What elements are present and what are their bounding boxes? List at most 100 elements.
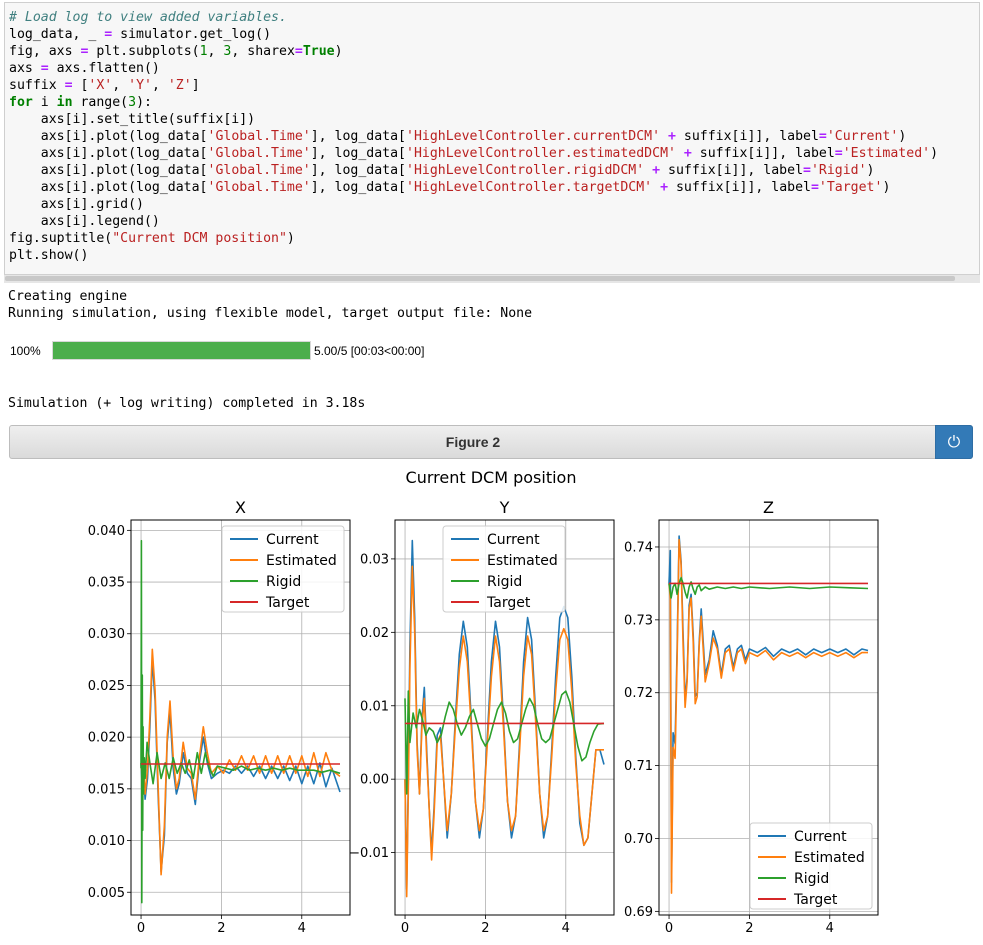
output-line-completed: Simulation (+ log writing) completed in … <box>8 395 365 412</box>
code-token: = <box>41 61 49 76</box>
series-line-estimated <box>405 566 604 896</box>
y-tick-label: 0.015 <box>88 782 125 797</box>
code-line: suffix = ['X', 'Y', 'Z'] <box>9 78 200 93</box>
legend-label: Rigid <box>487 574 522 590</box>
code-token: 'Rigid' <box>811 163 867 178</box>
code-token: suffix[i]], label <box>676 129 819 144</box>
code-token: + <box>668 129 676 144</box>
code-token: axs[i].set_title(suffix[i]) <box>9 112 255 127</box>
code-token: 'Global.Time' <box>208 129 311 144</box>
code-line: axs[i].plot(log_data['Global.Time'], log… <box>9 180 890 195</box>
code-line: axs[i].legend() <box>9 214 160 229</box>
x-tick-label: 0 <box>137 921 145 936</box>
code-token: ], log_data[ <box>311 129 406 144</box>
legend-label: Current <box>266 532 319 548</box>
y-tick-label: 0.02 <box>360 626 389 641</box>
code-token <box>676 146 684 161</box>
y-tick-label: 0.040 <box>88 524 125 539</box>
code-token: ) <box>867 163 875 178</box>
code-token: fig, axs <box>9 44 80 59</box>
legend-label: Target <box>265 595 310 611</box>
legend: Current Estimated Rigid Target <box>443 526 565 612</box>
code-token: # Load log to view added variables. <box>9 10 287 25</box>
code-token: ): <box>136 95 152 110</box>
subplot-title: X <box>235 498 246 517</box>
legend: Current Estimated Rigid Target <box>222 526 344 612</box>
code-token <box>660 129 668 144</box>
code-token: simulator.get_log() <box>112 27 271 42</box>
code-token: 'X' <box>88 78 112 93</box>
code-token: 'Global.Time' <box>208 180 311 195</box>
code-token: ], log_data[ <box>311 163 406 178</box>
y-tick-label: 0.00 <box>360 773 389 788</box>
subplot-x: 0240.0050.0100.0150.0200.0250.0300.0350.… <box>88 498 350 936</box>
code-line: log_data, _ = simulator.get_log() <box>9 27 271 42</box>
legend-label: Estimated <box>794 850 865 866</box>
x-tick-label: 4 <box>826 921 834 936</box>
scrollbar-thumb[interactable] <box>5 276 955 281</box>
code-token: axs[i].plot(log_data[ <box>9 129 208 144</box>
code-token: + <box>660 180 668 195</box>
code-token: 'Y' <box>128 78 152 93</box>
y-tick-label: 0.020 <box>88 731 125 746</box>
x-tick-label: 4 <box>298 921 306 936</box>
code-token: 'HighLevelController.rigidDCM' <box>406 163 644 178</box>
legend-label: Target <box>793 892 838 908</box>
legend-label: Current <box>794 829 847 845</box>
y-tick-label: 0.030 <box>88 627 125 642</box>
code-line: plt.show() <box>9 248 88 263</box>
code-token: axs.flatten() <box>49 61 160 76</box>
code-line: axs = axs.flatten() <box>9 61 160 76</box>
y-tick-label: 0.005 <box>88 886 125 901</box>
code-editor[interactable]: # Load log to view added variables. log_… <box>5 3 979 264</box>
y-tick-label: 0.010 <box>88 834 125 849</box>
code-cell[interactable]: # Load log to view added variables. log_… <box>4 2 980 278</box>
code-line: fig, axs = plt.subplots(1, 3, sharex=Tru… <box>9 44 343 59</box>
y-tick-label: 0.72 <box>624 686 653 701</box>
code-token: ] <box>192 78 200 93</box>
progress-bar <box>52 341 311 360</box>
code-token: in <box>57 95 73 110</box>
code-token <box>652 180 660 195</box>
power-icon: ⏻ <box>948 432 961 451</box>
code-token: axs <box>9 61 41 76</box>
code-line: # Load log to view added variables. <box>9 10 287 25</box>
y-tick-label: 0.73 <box>624 613 653 628</box>
x-tick-label: 2 <box>481 921 489 936</box>
code-token: ) <box>287 231 295 246</box>
figure-title: Figure 2 <box>10 426 936 458</box>
x-tick-label: 0 <box>665 921 673 936</box>
code-line: axs[i].set_title(suffix[i]) <box>9 112 255 127</box>
legend-label: Estimated <box>266 553 337 569</box>
code-token: , sharex <box>231 44 295 59</box>
code-token: ) <box>335 44 343 59</box>
code-token: = <box>811 180 819 195</box>
code-token: suffix[i]], label <box>668 180 811 195</box>
progress-bar-fill <box>53 342 310 359</box>
legend-label: Current <box>487 532 540 548</box>
code-token: 'Z' <box>168 78 192 93</box>
legend-label: Rigid <box>266 574 301 590</box>
code-token: 'HighLevelController.estimatedDCM' <box>406 146 676 161</box>
code-line: for i in range(3): <box>9 95 152 110</box>
series-line-rigid <box>669 578 868 598</box>
subplot-z: 0240.690.700.710.720.730.74ZCurrentEstim… <box>624 498 878 936</box>
code-token: ], log_data[ <box>311 180 406 195</box>
subplot-title: Z <box>763 498 774 517</box>
y-tick-label: 0.035 <box>88 576 125 591</box>
figure-canvas[interactable]: Current DCM position 0240.0050.0100.0150… <box>0 460 983 945</box>
code-token: + <box>684 146 692 161</box>
legend-label: Estimated <box>487 553 558 569</box>
code-token: fig.suptitle( <box>9 231 112 246</box>
code-token <box>644 163 652 178</box>
code-token: ) <box>898 129 906 144</box>
code-line: axs[i].plot(log_data['Global.Time'], log… <box>9 146 938 161</box>
legend-label: Target <box>486 595 531 611</box>
horizontal-scrollbar[interactable] <box>4 274 980 283</box>
code-token: 'Global.Time' <box>208 163 311 178</box>
x-tick-label: 0 <box>401 921 409 936</box>
code-line: axs[i].plot(log_data['Global.Time'], log… <box>9 129 906 144</box>
code-line: axs[i].grid() <box>9 197 144 212</box>
figure-close-button[interactable]: ⏻ <box>935 425 973 459</box>
code-token: , <box>112 78 128 93</box>
